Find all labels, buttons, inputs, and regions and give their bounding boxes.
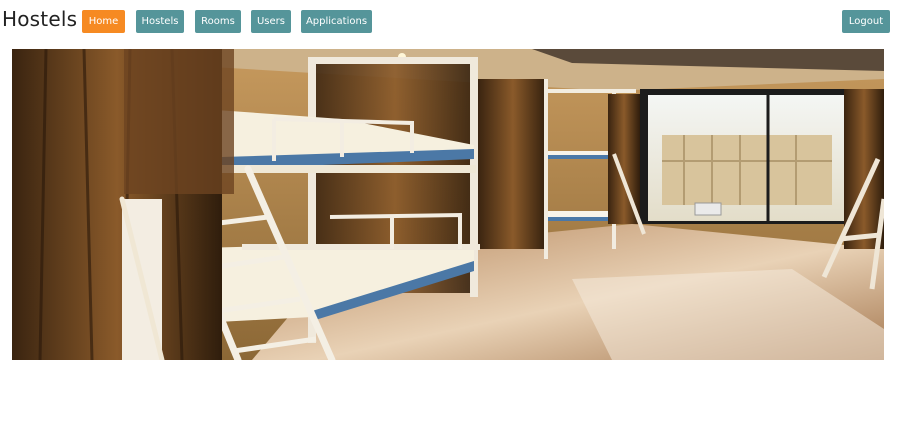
logout-button[interactable]: Logout <box>842 10 890 33</box>
hostel-dorm-photo <box>12 49 884 360</box>
navbar: Hostels Home Hostels Rooms Users Applica… <box>0 0 900 44</box>
nav-applications-button[interactable]: Applications <box>301 10 372 33</box>
nav-rooms-button[interactable]: Rooms <box>195 10 241 33</box>
page: Hostels Home Hostels Rooms Users Applica… <box>0 0 900 425</box>
hero-image <box>12 49 884 360</box>
nav-home-button[interactable]: Home <box>82 10 125 33</box>
nav-hostels-button[interactable]: Hostels <box>136 10 184 33</box>
brand-title[interactable]: Hostels <box>2 7 77 31</box>
nav-users-button[interactable]: Users <box>251 10 291 33</box>
